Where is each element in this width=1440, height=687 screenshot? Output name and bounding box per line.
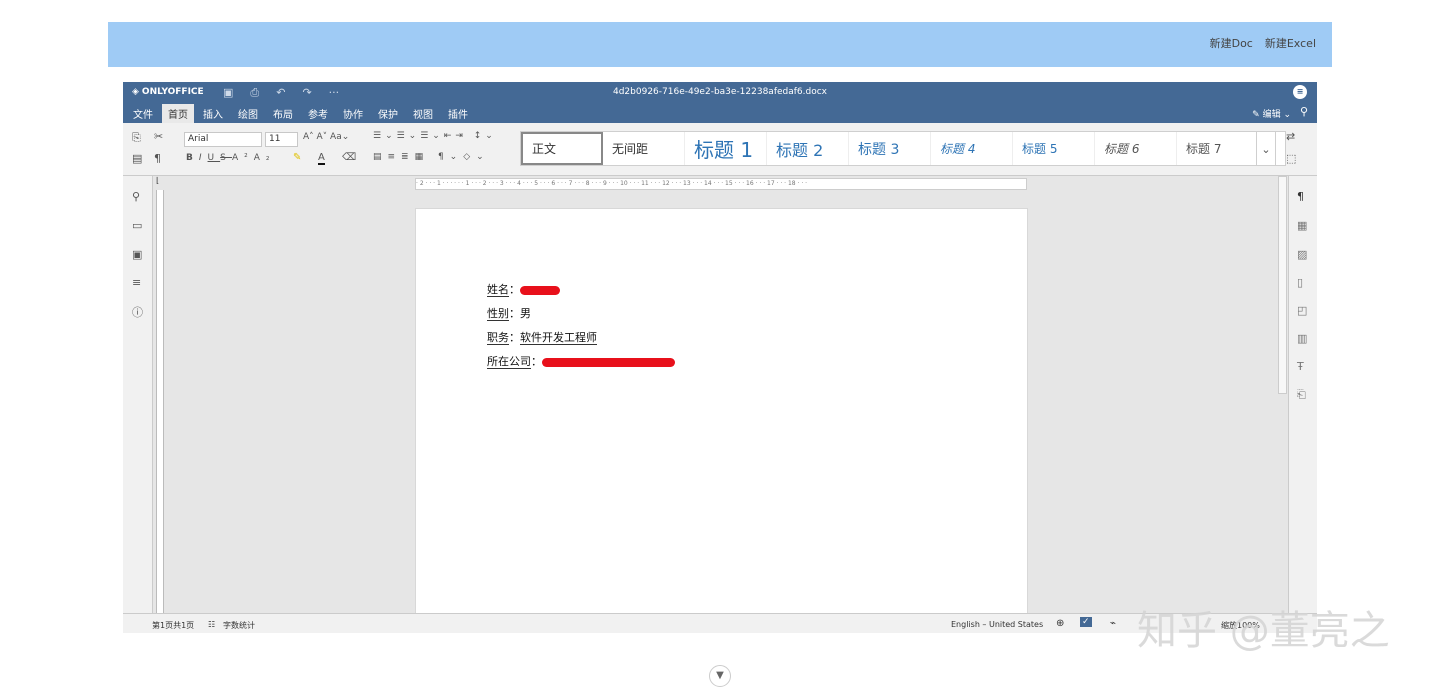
watermark: 知乎 @董亮之 [1137,608,1390,654]
replace-icon[interactable]: ⇄ [1286,130,1295,143]
align-buttons[interactable]: ▤≡≣▦ ¶⌄◇⌄ [373,152,490,162]
style-heading-5[interactable]: 标题 5 [1013,132,1095,165]
doc-line-company: 所在公司： [487,353,675,369]
style-heading-3[interactable]: 标题 3 [849,132,931,165]
globe-icon[interactable]: ⊕ [1056,618,1064,629]
navigation-icon[interactable]: ≡ [132,276,141,289]
comment-icon[interactable]: ▭ [132,219,142,232]
tab-stop-icon[interactable]: ⌊ [156,176,159,185]
chart-settings-icon[interactable]: ▥ [1297,332,1307,345]
format-painter-icon[interactable]: ¶ [154,152,161,165]
right-panel: ¶ ▦ ▨ ▯ ◰ ▥ Ŧ ⎗ [1288,176,1317,614]
search-icon[interactable]: ⚲ [1300,105,1308,118]
chevron-down-icon[interactable]: ⌄ [1256,131,1276,166]
tab-insert[interactable]: 插入 [197,104,229,123]
font-color-icon[interactable]: A [318,152,325,165]
info-icon[interactable]: ⓘ [132,304,143,320]
text-format-buttons[interactable]: BIUSA²A₂ [186,153,276,163]
shape-settings-icon[interactable]: ◰ [1297,304,1307,317]
vertical-ruler: ⌊ [154,176,166,614]
select-all-icon[interactable]: ⬚ [1286,152,1296,165]
tab-protect[interactable]: 保护 [372,104,404,123]
header-footer-icon[interactable]: ▯ [1297,276,1303,289]
document-title: 4d2b0926-716e-49e2-ba3e-12238afedaf6.doc… [612,87,828,97]
onlyoffice-editor: ◈ ONLYOFFICE ▣ ⎙ ↶ ↷ ··· 4d2b0926-716e-49… [123,82,1317,633]
new-excel-link[interactable]: 新建Excel [1265,35,1316,51]
style-heading-6[interactable]: 标题 6 [1095,132,1177,165]
highlight-icon[interactable]: ✎ [293,152,301,163]
search-icon[interactable]: ⚲ [132,190,140,203]
track-changes-icon[interactable]: ⌁ [1110,618,1116,629]
style-heading-4[interactable]: 标题 4 [931,132,1013,165]
document-page[interactable]: 姓名： 性别：男 职务：软件开发工程师 所在公司： [415,208,1028,614]
text-art-icon[interactable]: Ŧ [1297,360,1304,373]
tab-file[interactable]: 文件 [127,104,159,123]
left-panel: ⚲ ▭ ▣ ≡ ⓘ [123,176,153,614]
cut-icon[interactable]: ✂ [154,130,163,143]
doc-line-position: 职务：软件开发工程师 [487,331,597,345]
chevron-down-icon[interactable]: ▼ [709,665,731,687]
font-size-select[interactable]: 11 [265,132,298,147]
redaction-mark [542,357,675,367]
chat-icon[interactable]: ▣ [132,248,142,261]
paste-icon[interactable]: ▤ [132,152,142,165]
paragraph-settings-icon[interactable]: ¶ [1297,190,1304,203]
style-normal[interactable]: 正文 [521,132,603,165]
word-count-icon[interactable]: ☷ [208,620,215,629]
tab-references[interactable]: 参考 [302,104,334,123]
font-name-select[interactable]: Arial [184,132,262,147]
table-settings-icon[interactable]: ▦ [1297,219,1307,232]
tab-layout[interactable]: 布局 [267,104,299,123]
pencil-icon: ✎ [1252,110,1260,120]
spellcheck-icon[interactable]: ✓ [1080,617,1092,627]
style-gallery: 正文 无间距 标题 1 标题 2 标题 3 标题 4 标题 5 标题 6 标题 … [520,131,1286,166]
clear-format-icon[interactable]: ⌫ [342,152,356,163]
tab-collaborate[interactable]: 协作 [337,104,369,123]
redaction-mark [520,285,560,295]
title-bar: ◈ ONLYOFFICE ▣ ⎙ ↶ ↷ ··· 4d2b0926-716e-49… [123,82,1317,123]
word-count-button[interactable]: 字数统计 [223,620,255,631]
doc-line-name: 姓名： [487,281,560,297]
style-heading-2[interactable]: 标题 2 [767,132,849,165]
doc-line-gender: 性别：男 [487,307,531,321]
new-doc-link[interactable]: 新建Doc [1210,35,1253,51]
style-heading-1[interactable]: 标题 1 [685,132,767,165]
language-select[interactable]: English – United States [951,620,1043,629]
page-info: 第1页共1页 [152,621,195,630]
tab-draw[interactable]: 绘图 [232,104,264,123]
image-settings-icon[interactable]: ▨ [1297,248,1307,261]
style-heading-7[interactable]: 标题 7 [1177,132,1259,165]
horizontal-ruler: · 2 · · · 1 · · · · · · 1 · · · 2 · · · … [415,178,1027,190]
vertical-scrollbar[interactable] [1278,176,1287,394]
user-avatar[interactable]: ≡ [1293,85,1307,99]
list-buttons[interactable]: ☰⌄☰⌄☰⌄⇤⇥ ↕⌄ [373,131,497,141]
menu-tabs: 文件 首页 插入 绘图 布局 参考 协作 保护 视图 插件 [127,104,474,123]
font-size-controls[interactable]: A˄ A˅ Aa⌄ [303,132,349,142]
tab-view[interactable]: 视图 [407,104,439,123]
toolbar: ⎘ ✂ ▤ ¶ Arial 11 A˄ A˅ Aa⌄ BIUSA²A₂ ✎ A … [123,123,1317,176]
tab-plugins[interactable]: 插件 [442,104,474,123]
tab-home[interactable]: 首页 [162,104,194,123]
style-no-spacing[interactable]: 无间距 [603,132,685,165]
host-header: 新建Doc 新建Excel [108,22,1332,67]
edit-mode-button[interactable]: ✎ 编辑 ⌄ [1252,107,1291,120]
copy-icon[interactable]: ⎘ [132,131,141,145]
mail-merge-icon[interactable]: ⎗ [1297,388,1306,402]
